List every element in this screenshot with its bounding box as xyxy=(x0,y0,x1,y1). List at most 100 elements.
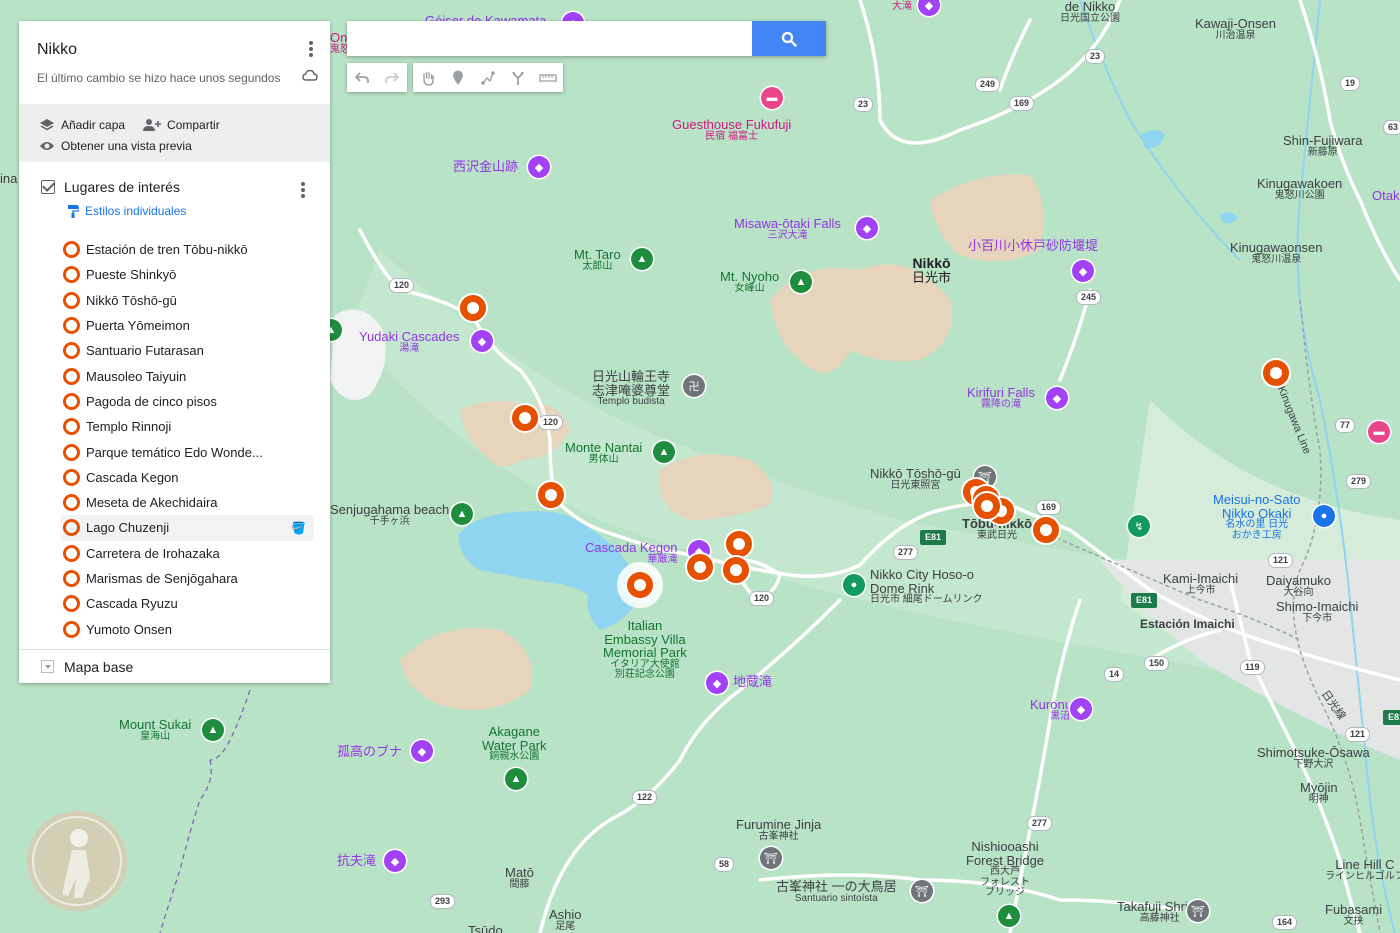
marker-ryuzu[interactable] xyxy=(538,482,564,508)
road-shield: 169 xyxy=(1036,500,1062,515)
style-bucket-icon[interactable]: 🪣 xyxy=(291,521,306,535)
kokou-icon[interactable]: ◆ xyxy=(411,740,433,762)
add-layer-button[interactable]: Añadir capa xyxy=(39,118,125,132)
marker-tobu-nikko[interactable] xyxy=(1033,517,1059,543)
kuronuma-icon[interactable]: ◆ xyxy=(1070,698,1092,720)
place-name: Yumoto Onsen xyxy=(86,621,172,637)
shop-icon[interactable]: ● xyxy=(1313,505,1335,527)
preview-label: Obtener una vista previa xyxy=(61,138,192,153)
search-button[interactable] xyxy=(752,21,826,56)
search-box xyxy=(347,21,826,56)
road-shield: 119 xyxy=(1240,660,1265,675)
ruler-icon[interactable] xyxy=(533,63,563,92)
place-list-item[interactable]: Templo Rinnoji xyxy=(19,414,330,439)
individual-styles-label: Estilos individuales xyxy=(85,204,187,218)
label-akagane: Akagane Water Park 銅親水公園 xyxy=(482,724,547,763)
place-list-item[interactable]: Carretera de Irohazaka xyxy=(19,541,330,566)
search-input[interactable] xyxy=(347,21,752,56)
takafuji-shrine-icon[interactable]: ⛩ xyxy=(1187,900,1209,922)
layer-title[interactable]: Lugares de interés xyxy=(64,179,180,195)
nyoho-mountain-icon[interactable]: ▲ xyxy=(790,271,812,293)
marker-ring-icon xyxy=(63,317,80,335)
place-list-item[interactable]: Cascada Kegon xyxy=(19,465,330,490)
jizotaki-icon[interactable]: ◆ xyxy=(706,672,728,694)
layer-options-icon[interactable] xyxy=(298,182,308,198)
road-shield: 121 xyxy=(1345,727,1371,742)
label-tsudo: Tsūdo xyxy=(468,923,503,933)
marker-akechidaira[interactable] xyxy=(726,531,752,557)
marker-ring-icon xyxy=(63,342,80,360)
marker-kegon[interactable] xyxy=(687,554,713,580)
road-shield: E81 xyxy=(1131,593,1158,608)
place-list-item[interactable]: Pagoda de cinco pisos xyxy=(19,389,330,414)
taro-mountain-icon[interactable]: ▲ xyxy=(631,248,653,270)
label-nishiooashi: Nishiooashi Forest Bridge 西大芦 フォレスト ブリッジ xyxy=(966,839,1045,899)
sukai-mountain-icon[interactable]: ▲ xyxy=(202,719,224,741)
place-list-item[interactable]: Yumoto Onsen xyxy=(19,616,330,641)
furumine-shrine-icon[interactable]: ⛩ xyxy=(760,847,782,869)
label-otaki: 大滝 xyxy=(892,1,912,12)
place-list-item[interactable]: Pueste Shinkyō xyxy=(19,262,330,287)
individual-styles-link[interactable]: Estilos individuales xyxy=(19,200,330,222)
hotel-icon-2[interactable]: ▬ xyxy=(1368,421,1390,443)
marker-taiyuin[interactable] xyxy=(974,493,1000,519)
forest-icon[interactable]: ▲ xyxy=(998,905,1020,927)
kobyakugawa-icon[interactable]: ◆ xyxy=(1072,260,1094,282)
marker-edo-wonderland[interactable] xyxy=(1263,360,1289,386)
polyline-icon[interactable] xyxy=(473,63,503,92)
expand-arrow-icon[interactable] xyxy=(41,660,54,673)
place-list-item[interactable]: Santuario Futarasan xyxy=(19,338,330,363)
label-fubasami: Fubasami 文挟 xyxy=(1325,902,1383,927)
kantaki-icon[interactable]: ◆ xyxy=(384,850,406,872)
redo-icon[interactable] xyxy=(377,63,407,92)
akagane-icon[interactable]: ▲ xyxy=(505,768,527,790)
place-list-item[interactable]: Marismas de Senjōgahara xyxy=(19,566,330,591)
undo-icon[interactable] xyxy=(347,63,377,92)
rink-icon[interactable]: ● xyxy=(843,574,865,596)
directions-icon[interactable] xyxy=(503,63,533,92)
sport-icon[interactable]: ↯ xyxy=(1128,515,1150,537)
place-list-item[interactable]: Parque temático Edo Wonde... xyxy=(19,439,330,464)
label-senjugahama: Senjugahama beach 千手ヶ浜 xyxy=(330,502,450,527)
eye-icon xyxy=(40,141,54,150)
nantai-mountain-icon[interactable]: ▲ xyxy=(653,441,675,463)
marker-chuzenji-selected[interactable] xyxy=(627,572,653,598)
place-list-item[interactable]: Estación de tren Tōbu-nikkō xyxy=(19,237,330,262)
senjugahama-icon[interactable]: ▲ xyxy=(451,503,473,525)
road-shield: 169 xyxy=(1009,96,1035,111)
nishizawa-icon[interactable]: ◆ xyxy=(528,156,550,178)
misawa-icon[interactable]: ◆ xyxy=(856,217,878,239)
place-list-item[interactable]: Puerta Yōmeimon xyxy=(19,313,330,338)
map-title[interactable]: Nikko xyxy=(37,41,312,59)
kirifuri-icon[interactable]: ◆ xyxy=(1046,387,1068,409)
place-name: Mausoleo Taiyuin xyxy=(86,368,187,384)
preview-button[interactable]: Obtener una vista previa xyxy=(39,139,192,153)
base-map-section[interactable]: Mapa base xyxy=(19,649,330,683)
road-shield: 63 xyxy=(1383,120,1400,135)
label-nishizawa: 西沢金山跡 xyxy=(453,159,519,174)
temple-icon[interactable]: 卍 xyxy=(683,375,705,397)
place-list-item[interactable]: Meseta de Akechidaira xyxy=(19,490,330,515)
road-shield: 277 xyxy=(893,545,919,560)
marker-senjogahara[interactable] xyxy=(512,405,538,431)
hotel-icon[interactable]: ▬ xyxy=(761,87,783,109)
place-name: Parque temático Edo Wonde... xyxy=(86,444,263,460)
label-toshogu: Nikkō Tōshō-gū 日光東照宮 xyxy=(870,466,961,491)
layer-visibility-checkbox[interactable] xyxy=(41,180,55,194)
place-list-item[interactable]: Lago Chuzenji 🪣 xyxy=(61,515,314,541)
marker-yumoto-onsen[interactable] xyxy=(460,295,486,321)
place-list-item[interactable]: Cascada Ryuzu xyxy=(19,591,330,616)
road-shield: 121 xyxy=(1268,553,1294,568)
hand-icon[interactable] xyxy=(413,63,443,92)
place-name: Lago Chuzenji xyxy=(86,520,170,536)
marker-ring-icon xyxy=(63,241,80,259)
marker-irohazaka[interactable] xyxy=(723,557,749,583)
yudaki-icon[interactable]: ◆ xyxy=(471,330,493,352)
road-shield: 58 xyxy=(714,857,735,872)
torii-icon[interactable]: ⛩ xyxy=(911,880,933,902)
place-list-item[interactable]: Nikkō Tōshō-gū xyxy=(19,288,330,313)
map-options-icon[interactable] xyxy=(306,41,316,57)
share-button[interactable]: Compartir xyxy=(143,118,220,132)
place-list-item[interactable]: Mausoleo Taiyuin xyxy=(19,363,330,388)
marker-icon[interactable] xyxy=(443,63,473,92)
